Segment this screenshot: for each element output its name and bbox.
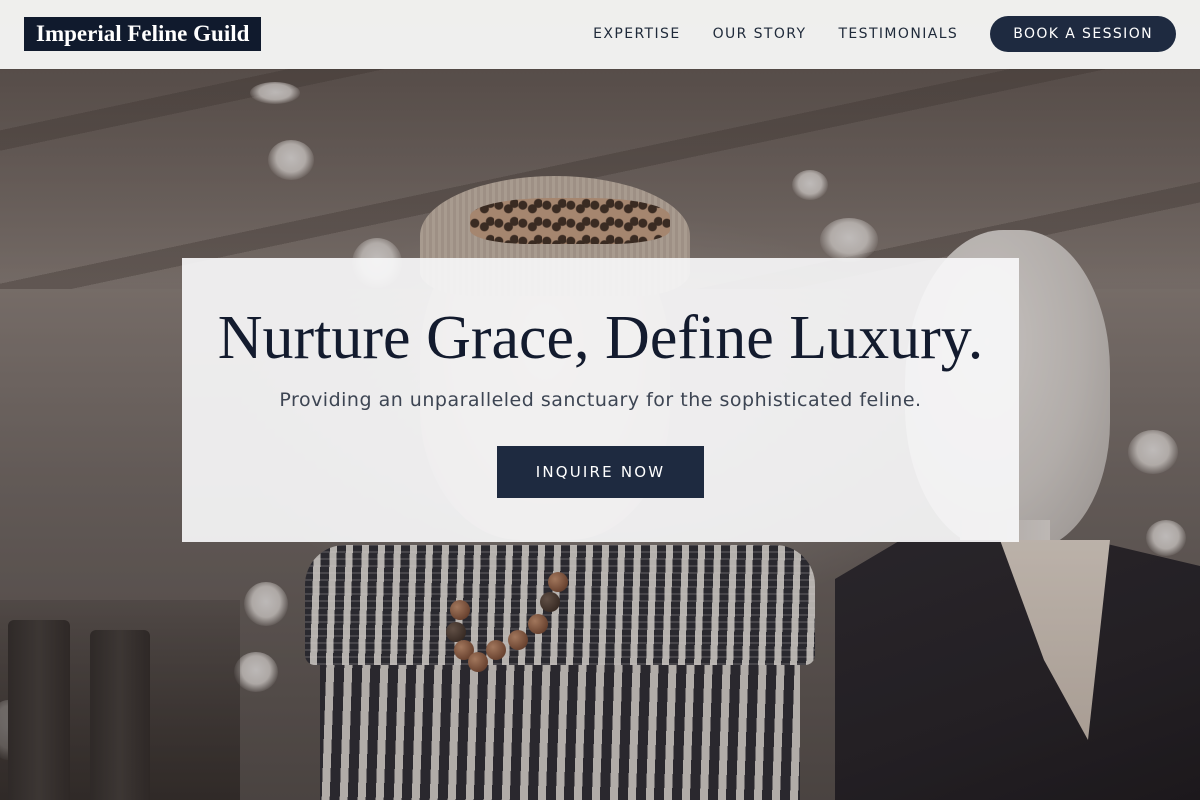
main-nav: EXPERTISE OUR STORY TESTIMONIALS BOOK A … xyxy=(593,16,1176,52)
page: Imperial Feline Guild EXPERTISE OUR STOR… xyxy=(0,0,1200,800)
book-session-button[interactable]: BOOK A SESSION xyxy=(990,16,1176,52)
hero-title: Nurture Grace, Define Luxury. xyxy=(217,304,984,372)
inquire-now-button[interactable]: INQUIRE NOW xyxy=(497,446,704,498)
site-header: Imperial Feline Guild EXPERTISE OUR STOR… xyxy=(0,0,1200,69)
nav-link-expertise[interactable]: EXPERTISE xyxy=(593,26,680,42)
nav-link-testimonials[interactable]: TESTIMONIALS xyxy=(838,26,958,42)
brand-logo[interactable]: Imperial Feline Guild xyxy=(24,17,262,51)
nav-link-our-story[interactable]: OUR STORY xyxy=(713,26,807,42)
hero-subtitle: Providing an unparalleled sanctuary for … xyxy=(279,389,922,411)
hero-card: Nurture Grace, Define Luxury. Providing … xyxy=(182,258,1019,542)
